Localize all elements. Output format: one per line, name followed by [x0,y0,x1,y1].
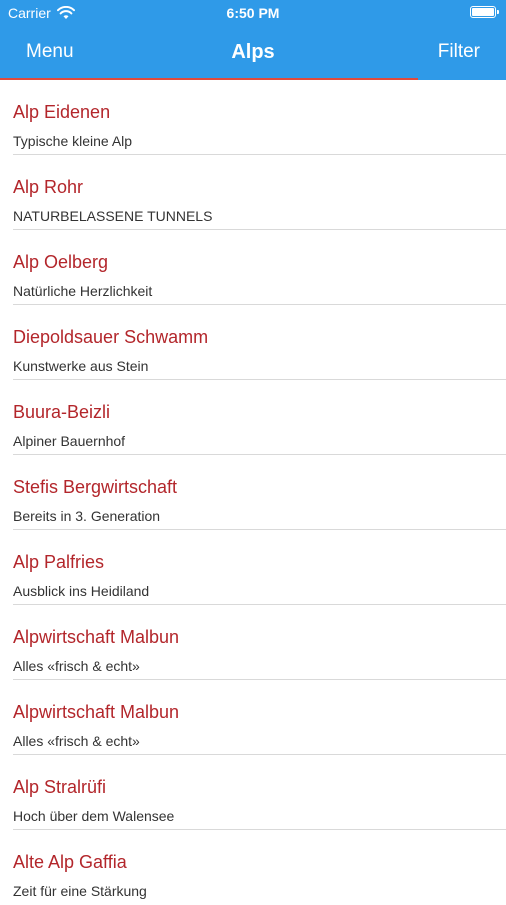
list-item[interactable]: Buura-Beizli Alpiner Bauernhof [0,380,506,455]
clock: 6:50 PM [226,5,280,21]
item-title: Stefis Bergwirtschaft [13,477,178,497]
list-item[interactable]: Alp Rohr NATURBELASSENE TUNNELS [0,155,506,230]
list-item[interactable]: Alpwirtschaft Malbun Alles «frisch & ech… [0,605,506,680]
top-bar: Carrier 6:50 PM Menu Alps Filter [0,0,506,80]
item-subtitle: Typische kleine Alp [13,133,133,149]
item-title: Alp Oelberg [13,252,109,272]
list-item[interactable]: Alp Eidenen Typische kleine Alp [0,80,506,155]
item-title: Alpwirtschaft Malbun [13,702,180,722]
list-item[interactable]: Diepoldsauer Schwamm Kunstwerke aus Stei… [0,305,506,380]
item-title: Alp Eidenen [13,102,111,122]
item-subtitle: Zeit für eine Stärkung [13,883,147,899]
item-subtitle: Natürliche Herzlichkeit [13,283,153,299]
alp-list: Alp Eidenen Typische kleine Alp Alp Rohr… [0,80,506,905]
item-title: Buura-Beizli [13,402,111,422]
list-item[interactable]: Stefis Bergwirtschaft Bereits in 3. Gene… [0,455,506,530]
item-title: Alp Rohr [13,177,84,197]
list-item[interactable]: Alte Alp Gaffia Zeit für eine Stärkung [0,830,506,905]
item-subtitle: Bereits in 3. Generation [13,508,161,524]
item-subtitle: Ausblick ins Heidiland [13,583,150,599]
status-bar: Carrier 6:50 PM [0,0,506,28]
list-item[interactable]: Alp Stralrüfi Hoch über dem Walensee [0,755,506,830]
filter-button[interactable]: Filter [438,41,480,63]
item-title: Diepoldsauer Schwamm [13,327,209,347]
item-subtitle: Alpiner Bauernhof [13,433,126,449]
item-title: Alte Alp Gaffia [13,852,127,872]
item-subtitle: Alles «frisch & echt» [13,658,140,674]
item-title: Alp Stralrüfi [13,777,107,797]
page-title: Alps [231,41,275,63]
navigation-bar: Menu Alps Filter [0,28,506,78]
item-subtitle: Hoch über dem Walensee [13,808,175,824]
list-item[interactable]: Alp Oelberg Natürliche Herzlichkeit [0,230,506,305]
item-title: Alp Palfries [13,552,105,572]
item-subtitle: Kunstwerke aus Stein [13,358,149,374]
list-item[interactable]: Alpwirtschaft Malbun Alles «frisch & ech… [0,680,506,755]
item-title: Alpwirtschaft Malbun [13,627,180,647]
list-item[interactable]: Alp Palfries Ausblick ins Heidiland [0,530,506,605]
battery-icon [470,6,499,18]
item-subtitle: NATURBELASSENE TUNNELS [13,208,213,224]
item-subtitle: Alles «frisch & echt» [13,733,140,749]
